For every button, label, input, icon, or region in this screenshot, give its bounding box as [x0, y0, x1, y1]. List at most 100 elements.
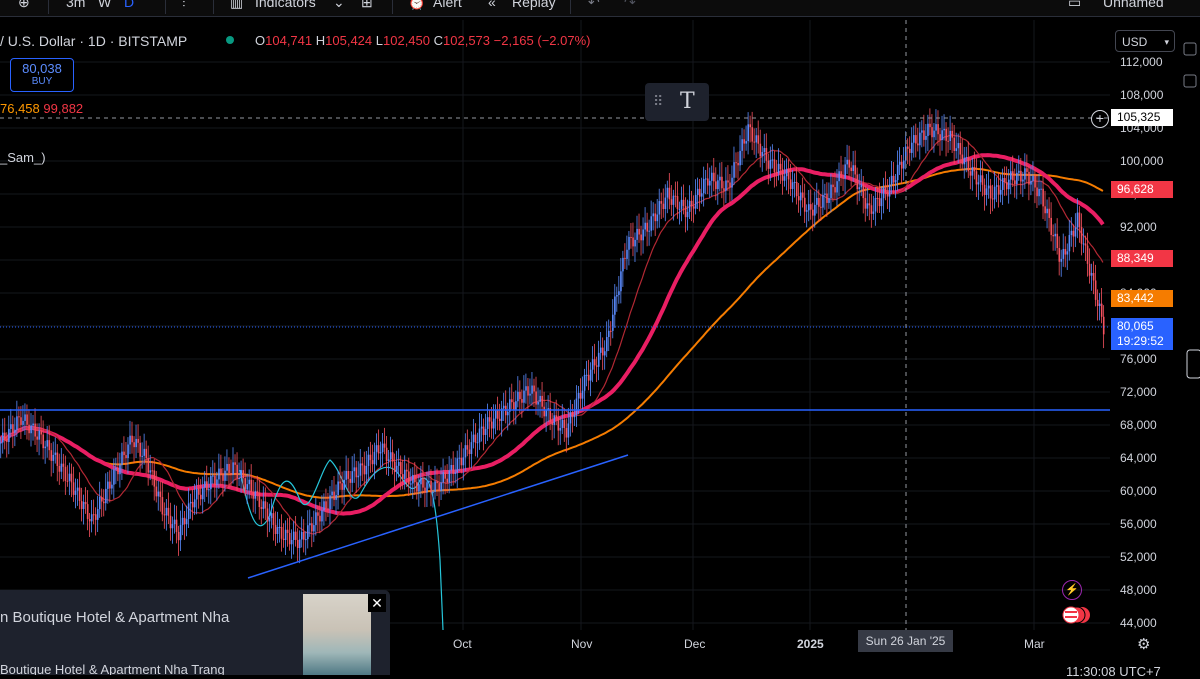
buy-price: 80,038 — [22, 61, 62, 76]
candle-body — [199, 494, 202, 500]
price-axis-label: 44,000 — [1120, 616, 1157, 630]
candle-body — [486, 417, 489, 429]
candle-body — [721, 176, 723, 189]
candle-body — [925, 135, 927, 140]
candle-body — [731, 177, 733, 188]
ma-orange-price-tag: 83,442 — [1111, 290, 1173, 307]
candle-body — [450, 464, 453, 471]
add-alert-plus-icon[interactable]: + — [1091, 110, 1109, 128]
lightning-icon[interactable]: ⚡ — [1062, 580, 1082, 600]
candle-body — [577, 392, 580, 399]
ad-image[interactable] — [303, 594, 371, 675]
candle-body — [50, 450, 53, 461]
candle-body — [791, 182, 794, 189]
indicator-legend-ma[interactable]: 76,458 99,882 — [0, 101, 83, 116]
close-icon[interactable]: ✕ — [368, 594, 386, 612]
events-flag-icon[interactable] — [1062, 606, 1092, 624]
low-value: 102,450 — [383, 33, 430, 48]
candle-body — [371, 460, 374, 465]
candle-body — [280, 526, 283, 539]
candle-body — [741, 139, 743, 151]
candle-body — [959, 143, 962, 155]
candle-body — [1098, 303, 1101, 306]
buy-button[interactable]: 80,038 BUY — [10, 58, 74, 92]
candle-body — [70, 473, 73, 483]
candle-body — [785, 169, 788, 177]
candle-body — [818, 197, 820, 207]
currency-select[interactable]: USD ▾ — [1115, 30, 1175, 52]
candle-body — [117, 467, 119, 475]
candle-body — [208, 489, 210, 491]
ad-title[interactable]: n Boutique Hotel & Apartment Nha — [0, 609, 229, 626]
candle-body — [648, 230, 651, 232]
indicator-legend-script[interactable]: _Sam_) — [0, 150, 46, 165]
price-axis-label: 76,000 — [1120, 352, 1157, 366]
candle-body — [498, 418, 501, 421]
text-tool-icon[interactable]: T — [680, 89, 695, 114]
candle-body — [1028, 171, 1030, 185]
candle-body — [1060, 258, 1063, 262]
candle-body — [733, 162, 735, 178]
price-chart[interactable] — [0, 0, 1200, 675]
candle-body — [769, 159, 772, 169]
candle-body — [72, 482, 75, 495]
candle-body — [840, 171, 842, 178]
right-sidebar[interactable] — [1183, 30, 1200, 675]
candle-body — [583, 374, 586, 391]
candle-body — [1088, 263, 1091, 276]
symbol-title[interactable]: / U.S. Dollar · 1D · BITSTAMP — [0, 33, 187, 49]
candle-body — [622, 257, 624, 272]
candle-body — [2, 432, 4, 443]
candle-body — [915, 135, 917, 144]
candle-body — [1018, 170, 1020, 173]
crosshair-date-tag: Sun 26 Jan '25 — [858, 630, 953, 652]
candle-body — [191, 501, 194, 508]
candle-body — [472, 434, 475, 443]
ad-subtitle[interactable]: Boutique Hotel & Apartment Nha Trang — [0, 662, 225, 675]
candle-body — [234, 462, 236, 465]
candle-body — [373, 451, 376, 465]
candle-body — [803, 197, 806, 212]
candle-body — [917, 143, 919, 146]
candle-body — [206, 481, 208, 491]
candle-body — [539, 395, 541, 402]
candle-body — [872, 211, 875, 214]
candle-body — [569, 412, 572, 424]
candle-body — [165, 507, 168, 516]
candle-body — [1040, 188, 1042, 190]
candle-body — [709, 180, 711, 186]
candle-body — [1102, 316, 1105, 335]
candle-body — [300, 531, 303, 540]
candle-body — [618, 291, 620, 296]
candle-body — [426, 482, 428, 493]
candle-body — [517, 391, 519, 402]
candle-body — [401, 474, 404, 479]
price-axis-label: 68,000 — [1120, 418, 1157, 432]
candle-body — [666, 187, 669, 198]
ma-red-line[interactable] — [0, 153, 1105, 516]
chevron-down-icon: ▾ — [1164, 37, 1169, 47]
drag-handle-icon[interactable]: ⠿ — [653, 93, 663, 110]
candle-body — [181, 517, 184, 525]
high-label: H — [315, 33, 326, 48]
candle-body — [175, 519, 178, 532]
drawing-toolbar[interactable]: ⠿ T — [645, 83, 709, 121]
ma-orange-line[interactable] — [0, 167, 1104, 499]
settings-gear-icon[interactable]: ⚙ — [1137, 635, 1150, 653]
candle-body — [406, 469, 408, 472]
ma-thin-price-tag: 96,628 — [1111, 181, 1173, 198]
candle-body — [864, 198, 867, 209]
candle-body — [214, 475, 216, 486]
ad-banner[interactable]: n Boutique Hotel & Apartment Nha Boutiqu… — [0, 590, 390, 675]
candle-body — [149, 470, 152, 473]
candle-body — [40, 430, 42, 435]
candle-body — [107, 481, 109, 489]
candle-body — [408, 471, 410, 485]
candle-body — [379, 452, 382, 454]
candle-body — [711, 172, 713, 181]
candle-body — [46, 440, 49, 447]
ma-thin-line[interactable] — [0, 134, 1104, 535]
candle-body — [717, 180, 719, 190]
candle-body — [325, 501, 327, 509]
candle-body — [761, 151, 764, 157]
